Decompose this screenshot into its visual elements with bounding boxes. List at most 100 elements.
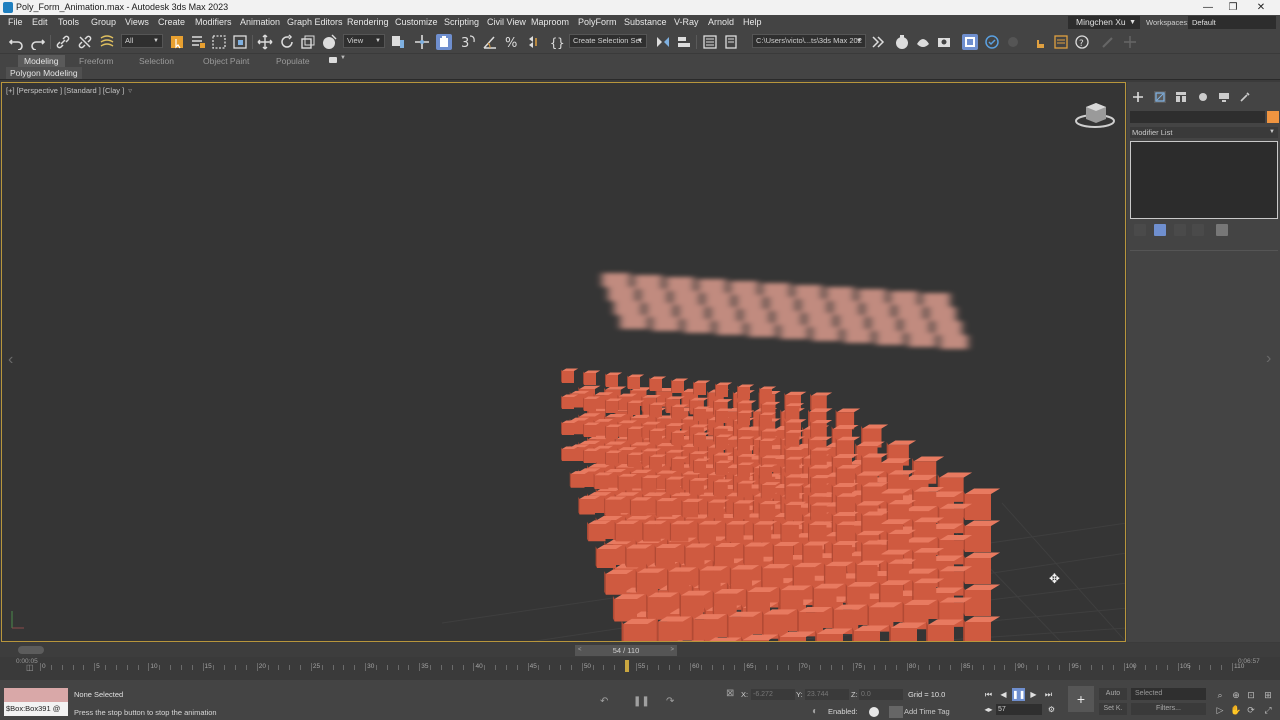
- edit-named-selection-icon[interactable]: {}: [550, 34, 566, 50]
- previous-key-icon[interactable]: ◀: [997, 688, 1010, 701]
- mirror-icon[interactable]: [655, 34, 671, 50]
- reference-coordinate-dropdown[interactable]: View ▼: [343, 34, 385, 48]
- selection-lock-icon[interactable]: ⊠: [726, 688, 740, 700]
- field-of-view-icon[interactable]: ▷: [1214, 704, 1226, 716]
- menu-maproom[interactable]: Maproom: [531, 17, 569, 27]
- object-name-field[interactable]: [1130, 111, 1265, 123]
- render-active-icon[interactable]: [962, 34, 978, 50]
- menu-substance[interactable]: Substance: [624, 17, 667, 27]
- zoom-all-icon[interactable]: ⊕: [1230, 689, 1242, 701]
- tab-modeling[interactable]: Modeling: [18, 55, 65, 67]
- key-filter-selection-dropdown[interactable]: Selected: [1131, 688, 1206, 700]
- menu-scripting[interactable]: Scripting: [444, 17, 479, 27]
- unlink-icon[interactable]: [77, 34, 93, 50]
- tab-object-paint[interactable]: Object Paint: [197, 55, 255, 67]
- render-setup-icon[interactable]: [915, 34, 931, 50]
- user-account-menu[interactable]: Mingchen Xu ▼: [1068, 16, 1140, 29]
- menu-animation[interactable]: Animation: [240, 17, 280, 27]
- pause-icon[interactable]: ❚❚: [633, 696, 650, 708]
- frame-ruler[interactable]: 0 5 10 15 20 25 30 35 40 45 50 55 60 65 70 75 80 85 90 95 10…: [40, 663, 1244, 675]
- enabled-toggle[interactable]: [869, 707, 879, 717]
- snaps-toggle-icon[interactable]: 3: [460, 34, 476, 50]
- window-crossing-icon[interactable]: [232, 34, 248, 50]
- menu-modifiers[interactable]: Modifiers: [195, 17, 232, 27]
- stop-playback-icon[interactable]: ❚❚: [1012, 688, 1025, 701]
- key-mode-icon[interactable]: ◂▸: [982, 703, 995, 716]
- rotate-icon[interactable]: [279, 34, 295, 50]
- menu-rendering[interactable]: Rendering: [347, 17, 389, 27]
- key-filters-button[interactable]: Filters...: [1131, 703, 1206, 715]
- menu-create[interactable]: Create: [158, 17, 185, 27]
- menu-file[interactable]: File: [8, 17, 23, 27]
- maxscript-listener-field[interactable]: [4, 688, 68, 702]
- track-bar[interactable]: 0:00:05 0:06:57 ◫ 0 5 10 15 20 25 30 35 40 45 50 55…: [0, 657, 1280, 680]
- cube-array[interactable]: [561, 368, 1001, 642]
- mini-curve-editor-icon[interactable]: ◫: [26, 663, 38, 673]
- named-selection-sets-dropdown[interactable]: Create Selection Set ▼: [569, 34, 647, 48]
- set-key-button[interactable]: +: [1068, 686, 1094, 712]
- close-button[interactable]: ✕: [1248, 1, 1274, 14]
- set-key-mode-button[interactable]: Set K.: [1099, 703, 1127, 715]
- bind-space-warp-icon[interactable]: [99, 34, 115, 50]
- link-icon[interactable]: [55, 34, 71, 50]
- make-unique-icon[interactable]: [1174, 224, 1186, 236]
- track-view-toggle[interactable]: [18, 646, 44, 654]
- pivot-point-icon[interactable]: [390, 34, 406, 50]
- select-manipulate-icon[interactable]: [414, 34, 430, 50]
- redo-icon[interactable]: [30, 34, 46, 50]
- layer-explorer-icon[interactable]: [723, 34, 739, 50]
- select-by-name-icon[interactable]: [190, 34, 206, 50]
- configure-modifier-sets-icon[interactable]: [1216, 224, 1228, 236]
- menu-polyform[interactable]: PolyForm: [578, 17, 617, 27]
- keyboard-shortcut-override-icon[interactable]: [436, 34, 452, 50]
- zoom-extents-all-icon[interactable]: ⊞: [1262, 689, 1274, 701]
- chevron-down-icon[interactable]: ▼: [340, 55, 346, 61]
- menu-edit[interactable]: Edit: [32, 17, 48, 27]
- scale-icon[interactable]: [300, 34, 316, 50]
- percent-snap-icon[interactable]: %: [504, 34, 520, 50]
- tab-populate[interactable]: Populate: [270, 55, 316, 67]
- playhead-marker[interactable]: [625, 660, 630, 672]
- isolate-selection-icon[interactable]: ↶: [600, 696, 614, 708]
- render-in-cloud-icon[interactable]: [1005, 34, 1021, 50]
- create-tab-icon[interactable]: [1132, 91, 1144, 103]
- minimize-button[interactable]: —: [1195, 1, 1221, 14]
- add-time-tag-button[interactable]: Add Time Tag: [904, 707, 950, 716]
- viewport-label-menu[interactable]: [+] [Perspective ] [Standard ] [Clay ] ▿: [6, 86, 132, 95]
- current-frame-field[interactable]: 57: [996, 704, 1042, 715]
- orbit-icon[interactable]: ⟳: [1245, 704, 1257, 716]
- next-frame-button[interactable]: >: [670, 645, 674, 656]
- tab-selection[interactable]: Selection: [133, 55, 180, 67]
- time-configuration-icon[interactable]: ⚙: [1045, 703, 1058, 716]
- select-object-icon[interactable]: [169, 34, 185, 50]
- modify-tab-icon[interactable]: [1154, 91, 1166, 103]
- object-color-swatch[interactable]: [1267, 111, 1279, 123]
- zoom-extents-icon[interactable]: ⊡: [1245, 689, 1257, 701]
- pan-view-icon[interactable]: ✋: [1230, 704, 1242, 716]
- funnel-icon[interactable]: ▿: [128, 86, 132, 95]
- hand-pointer-icon[interactable]: [1032, 34, 1048, 50]
- next-key-icon[interactable]: ▶: [1027, 688, 1040, 701]
- double-chevron-right-icon[interactable]: [870, 34, 886, 50]
- menu-civil-view[interactable]: Civil View: [487, 17, 526, 27]
- menu-graph-editors[interactable]: Graph Editors: [287, 17, 343, 27]
- rendered-frame-window-icon[interactable]: [936, 34, 952, 50]
- maximize-button[interactable]: ❐: [1220, 1, 1246, 14]
- y-coordinate-field[interactable]: 23.744: [805, 689, 849, 700]
- region-select-icon[interactable]: [211, 34, 227, 50]
- move-icon[interactable]: [257, 34, 273, 50]
- polygon-modeling-panel[interactable]: Polygon Modeling: [6, 67, 82, 79]
- display-tab-icon[interactable]: [1218, 91, 1230, 103]
- modifier-stack[interactable]: [1130, 141, 1278, 219]
- place-icon[interactable]: [321, 34, 337, 50]
- align-icon[interactable]: [676, 34, 692, 50]
- toolbar-panel-icon[interactable]: [1053, 34, 1069, 50]
- show-end-result-icon[interactable]: [1154, 224, 1166, 236]
- app-icon[interactable]: [3, 2, 13, 13]
- go-to-end-icon[interactable]: ⏭: [1042, 688, 1055, 701]
- rewind-icon[interactable]: ↷: [666, 696, 680, 708]
- previous-frame-button[interactable]: <: [578, 645, 582, 656]
- workspace-dropdown[interactable]: Default: [1188, 16, 1276, 29]
- time-tag-icon[interactable]: [889, 706, 903, 718]
- tab-freeform[interactable]: Freeform: [73, 55, 119, 67]
